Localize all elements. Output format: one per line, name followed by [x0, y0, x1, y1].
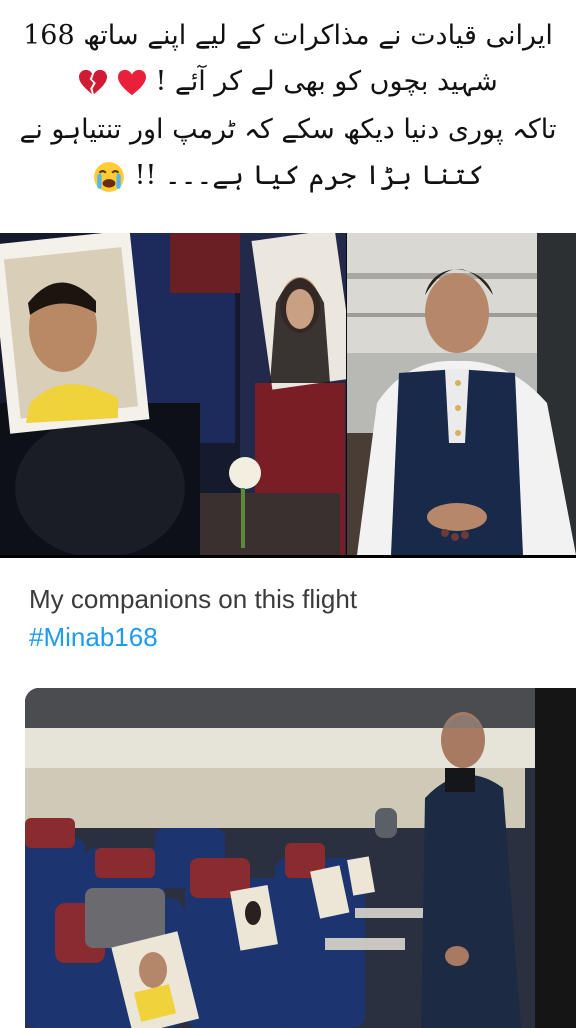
seat-photo-image: [0, 233, 346, 555]
caption-line-4-text: کتنا بڑا جرم کیا ہے۔۔۔ !!: [134, 160, 484, 191]
tweet-body: My companions on this flight: [29, 584, 358, 614]
red-heart-icon: [117, 69, 146, 95]
caption-line-2-text: شہید بچوں کو بھی لے کر آئے !: [155, 66, 498, 97]
caption-line-3: تاکہ پوری دنیا دیکھ سکے کہ ٹرمپ اور تنتی…: [19, 114, 557, 145]
standing-man-image: [347, 233, 576, 555]
tweet-card: My companions on this flight #Minab168: [3, 558, 576, 1028]
broken-heart-icon: [79, 69, 108, 94]
airplane-cabin-image: [25, 688, 576, 1028]
hashtag-link[interactable]: #Minab168: [29, 618, 357, 656]
crying-face-icon: [94, 161, 124, 192]
tweet-text: My companions on this flight #Minab168: [29, 580, 357, 656]
caption-line-1: ایرانی قیادت نے مذاکرات کے لیے اپنے ساتھ…: [23, 20, 553, 51]
photo-collage: [0, 233, 576, 555]
airplane-seat-photo: [0, 233, 346, 555]
standing-man-photo: [347, 233, 576, 555]
tweet-media-photo[interactable]: [25, 688, 576, 1028]
caption-line-2: شہید بچوں کو بھی لے کر آئے !: [0, 64, 576, 100]
caption-line-4: کتنا بڑا جرم کیا ہے۔۔۔ !!: [0, 158, 576, 194]
caption-block: ایرانی قیادت نے مذاکرات کے لیے اپنے ساتھ…: [0, 0, 576, 232]
